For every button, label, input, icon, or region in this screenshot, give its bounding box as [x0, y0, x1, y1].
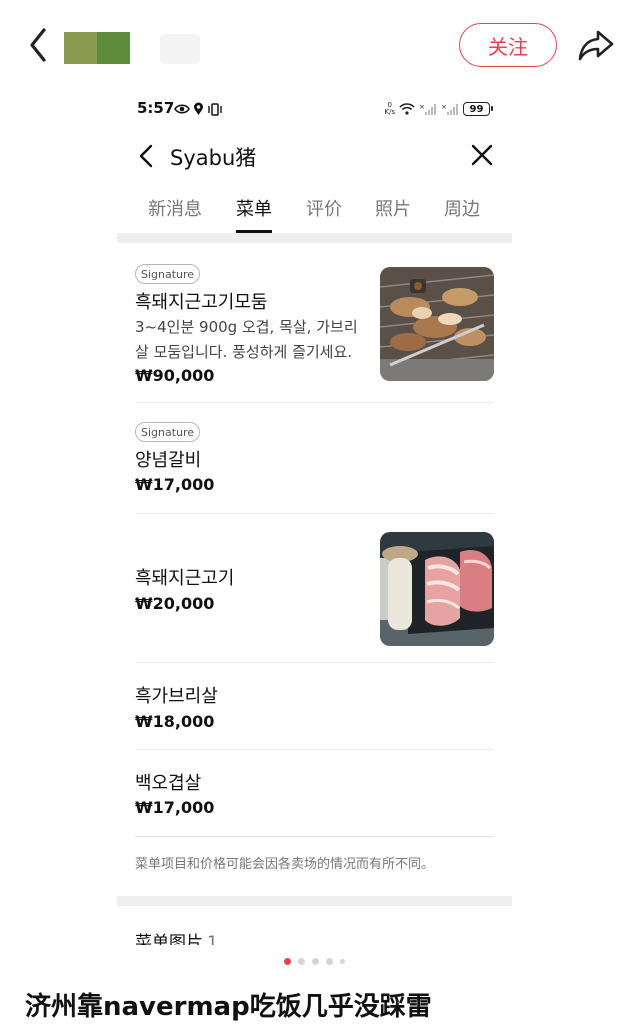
- username-placeholder[interactable]: [160, 34, 200, 64]
- avatar-block-right: [97, 32, 130, 64]
- menu-item-price: ₩17,000: [135, 475, 215, 494]
- svg-text:×: ×: [419, 103, 425, 111]
- carousel-indicator: [284, 958, 345, 965]
- menu-item-name: 흑가브리살: [135, 686, 218, 707]
- menu-item-name: 흑돼지근고기모둠: [135, 292, 268, 313]
- wifi-icon: [399, 103, 415, 115]
- status-left-icons: [174, 101, 223, 117]
- menu-item-price: ₩18,000: [135, 712, 215, 731]
- grilled-pork-photo[interactable]: [380, 267, 494, 381]
- svg-text:×: ×: [441, 103, 447, 111]
- signal-icon: ×: [419, 103, 436, 115]
- raw-pork-mushroom-photo[interactable]: [380, 532, 494, 646]
- close-button[interactable]: [469, 142, 495, 168]
- post-caption: 济州靠navermap吃饭几乎没踩雷: [25, 992, 432, 1022]
- battery-indicator: 99: [463, 102, 493, 116]
- carousel-dot[interactable]: [298, 958, 305, 965]
- tab-reviews[interactable]: 评价: [306, 195, 342, 233]
- tab-menu[interactable]: 菜单: [236, 195, 272, 233]
- carousel-dot[interactable]: [340, 959, 345, 964]
- place-back-button[interactable]: [135, 142, 159, 170]
- place-title: Syabu猪: [170, 146, 257, 170]
- raw-pork-mushroom-image: [380, 532, 494, 646]
- menu-item-name: 흑돼지근고기: [135, 568, 235, 589]
- chevron-left-icon: [30, 28, 46, 62]
- menu-item-price: ₩90,000: [135, 366, 215, 385]
- carousel-dot-active[interactable]: [284, 958, 291, 965]
- place-tabs: 新消息 菜单 评价 照片 周边: [117, 183, 512, 233]
- menu-disclaimer: 菜单项目和价格可能会因各卖场的情况而有所不同。: [135, 857, 435, 872]
- menu-item[interactable]: 백오겹살 ₩17,000: [135, 750, 494, 837]
- menu-photos-label: 菜单图片: [135, 933, 203, 945]
- status-bar: 5:57 0 K/s × × 99: [117, 90, 512, 128]
- menu-item[interactable]: 흑돼지근고기 ₩20,000: [135, 514, 494, 663]
- chevron-left-icon: [139, 144, 153, 168]
- section-separator: [117, 233, 512, 243]
- network-speed-unit: K/s: [384, 108, 395, 116]
- tab-news[interactable]: 新消息: [148, 195, 202, 233]
- post-header: 关注: [0, 0, 640, 90]
- status-right-icons: 0 K/s × × 99: [384, 100, 493, 118]
- close-icon: [471, 144, 493, 166]
- tab-nearby[interactable]: 周边: [444, 195, 480, 233]
- signal-icon-2: ×: [441, 103, 458, 115]
- section-separator: [117, 896, 512, 906]
- menu-item-price: ₩17,000: [135, 798, 215, 817]
- menu-photos-heading[interactable]: 菜单图片 1: [135, 928, 218, 945]
- share-icon: [578, 30, 614, 61]
- signature-badge: Signature: [135, 264, 201, 284]
- menu-item-description: 3~4인분 900g 오겹, 목살, 가브리살 모둠입니다. 풍성하게 즐기세요…: [135, 318, 358, 361]
- menu-item-name: 양념갈비: [135, 450, 202, 471]
- menu-item[interactable]: Signature 양념갈비 ₩17,000: [135, 403, 494, 514]
- avatar-block-left: [64, 32, 97, 64]
- status-time: 5:57: [137, 99, 175, 117]
- eye-icon: [174, 104, 190, 114]
- carousel-dot[interactable]: [326, 958, 333, 965]
- menu-item[interactable]: Signature 흑돼지근고기모둠 3~4인분 900g 오겹, 목살, 가브…: [135, 243, 494, 403]
- carousel-dot[interactable]: [312, 958, 319, 965]
- location-pin-icon: [194, 102, 203, 115]
- menu-item-name: 백오겹살: [135, 773, 202, 794]
- grilled-pork-image: [380, 267, 494, 381]
- menu-photos-count: 1: [207, 933, 218, 945]
- avatar[interactable]: [64, 32, 130, 64]
- tab-photos[interactable]: 照片: [375, 195, 411, 233]
- menu-item-price: ₩20,000: [135, 594, 215, 613]
- vibrate-icon: [208, 102, 222, 116]
- back-button[interactable]: [22, 24, 62, 66]
- follow-button[interactable]: 关注: [459, 23, 557, 67]
- naver-map-screenshot: 5:57 0 K/s × × 99 Syabu猪 新消息 菜单 评价 照片 周边…: [117, 90, 512, 945]
- menu-item[interactable]: 흑가브리살 ₩18,000: [135, 663, 494, 750]
- share-button[interactable]: [574, 24, 618, 66]
- signature-badge: Signature: [135, 422, 201, 442]
- place-header: Syabu猪: [117, 128, 512, 183]
- network-speed: 0 K/s: [384, 102, 395, 116]
